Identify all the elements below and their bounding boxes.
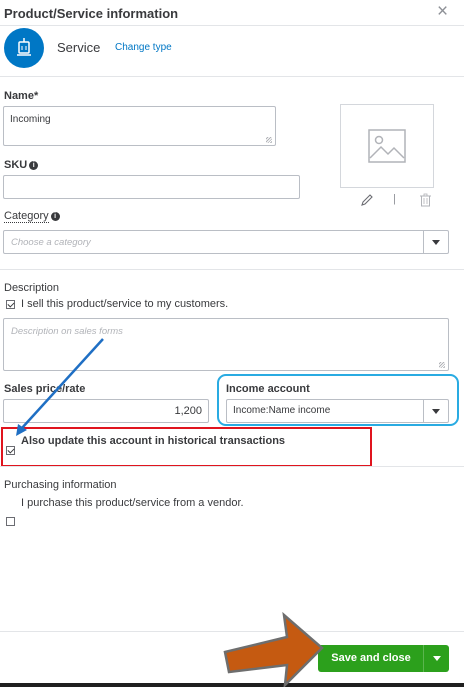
purchasing-label: Purchasing information: [4, 479, 117, 491]
historical-highlight: [1, 427, 372, 467]
resize-handle-icon[interactable]: [439, 362, 445, 368]
category-label: Category i: [4, 210, 60, 223]
description-label: Description: [4, 282, 60, 294]
purchase-checkbox[interactable]: [6, 517, 15, 526]
income-account-value: Income:Name income: [233, 405, 331, 416]
save-button-label: Save and close: [331, 652, 411, 664]
image-placeholder-icon: [368, 129, 406, 163]
image-actions-separator: |: [393, 193, 396, 205]
name-field[interactable]: Incoming: [3, 106, 276, 146]
sales-price-input[interactable]: 1,200: [3, 399, 209, 423]
pencil-icon[interactable]: [360, 193, 374, 207]
name-label: Name*: [4, 90, 39, 102]
header-divider: [0, 76, 464, 77]
close-icon[interactable]: ×: [437, 2, 448, 22]
name-value: Incoming: [10, 114, 51, 125]
historical-checkbox[interactable]: [6, 446, 15, 455]
sales-price-label: Sales price/rate: [4, 383, 86, 395]
category-label-text: Category: [4, 210, 49, 223]
purchase-checkbox-label: I purchase this product/service from a v…: [21, 497, 244, 509]
trash-icon[interactable]: [419, 193, 432, 207]
sku-input[interactable]: [3, 175, 300, 199]
chevron-down-icon[interactable]: [423, 400, 448, 422]
historical-checkbox-label: Also update this account in historical t…: [21, 435, 286, 447]
panel-title: Product/Service information: [4, 6, 179, 21]
sales-description-field[interactable]: Description on sales forms: [3, 318, 449, 371]
category-placeholder: Choose a category: [11, 237, 91, 248]
change-type-link[interactable]: Change type: [115, 42, 172, 53]
footer-divider: [0, 631, 464, 632]
title-divider: [0, 25, 464, 26]
chevron-down-icon[interactable]: [423, 231, 448, 253]
service-type-icon: [4, 28, 44, 68]
income-account-label: Income account: [226, 383, 310, 395]
income-account-select[interactable]: Income:Name income: [226, 399, 449, 423]
sell-checkbox[interactable]: [6, 300, 15, 309]
sku-label-text: SKU: [4, 159, 28, 171]
service-bell-icon: [17, 38, 31, 56]
chevron-down-icon[interactable]: [423, 645, 449, 672]
orange-arrow-icon: [223, 611, 324, 687]
item-type-label: Service: [57, 40, 101, 55]
sell-checkbox-label: I sell this product/service to my custom…: [21, 298, 229, 310]
save-and-close-button[interactable]: Save and close: [318, 645, 449, 672]
sales-price-value: 1,200: [174, 405, 202, 417]
bottom-border: [0, 683, 464, 687]
image-upload-area[interactable]: [340, 104, 434, 188]
section-divider: [0, 269, 464, 270]
info-icon[interactable]: i: [29, 161, 39, 170]
sku-label: SKU i: [4, 159, 39, 171]
category-select[interactable]: Choose a category: [3, 230, 449, 254]
resize-handle-icon[interactable]: [266, 137, 272, 143]
section-divider: [0, 466, 464, 467]
sales-description-placeholder: Description on sales forms: [11, 326, 123, 337]
info-icon[interactable]: i: [50, 212, 60, 221]
